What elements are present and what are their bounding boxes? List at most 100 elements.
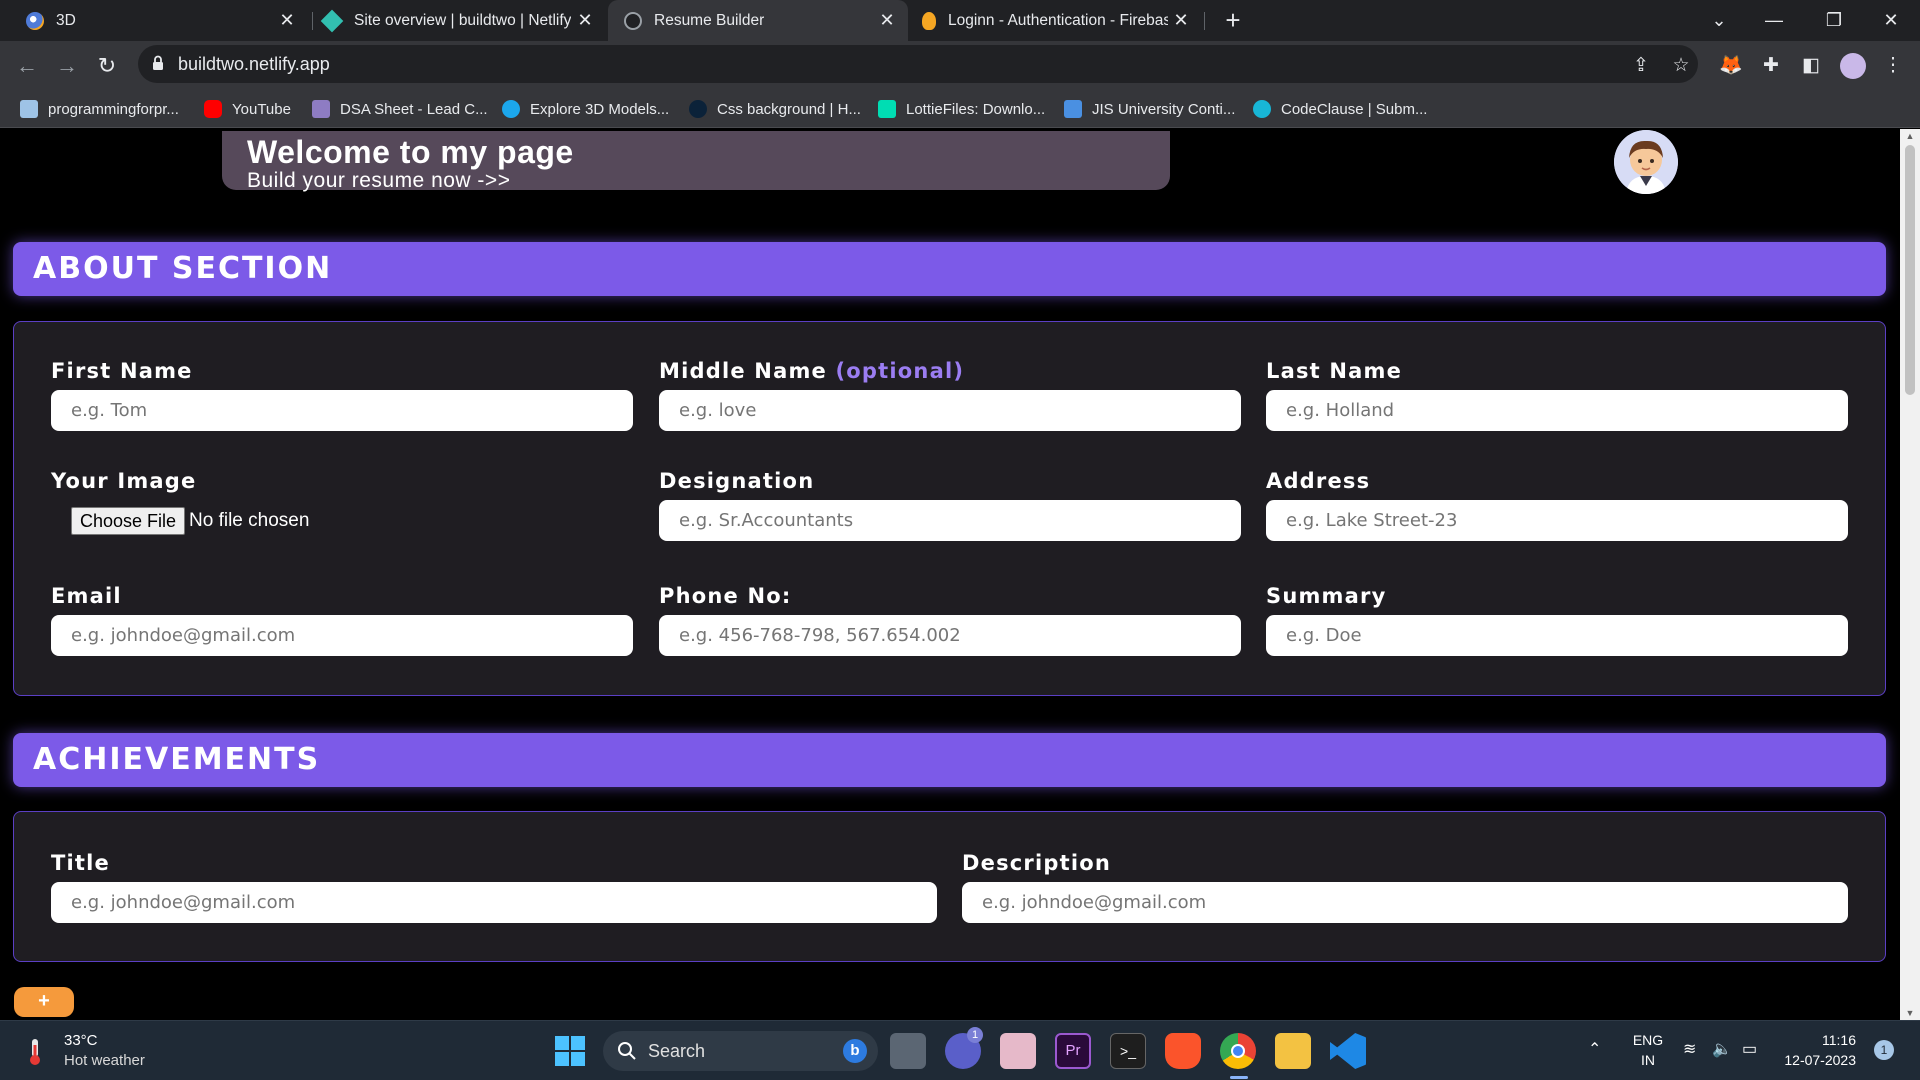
close-tab-icon[interactable]: ✕ [276, 9, 298, 31]
last-name-input[interactable] [1266, 390, 1848, 431]
bookmark-label: YouTube [232, 100, 291, 118]
bookmark-label: Explore 3D Models... [530, 100, 670, 118]
back-arrow-icon[interactable]: ← [10, 49, 44, 83]
close-tab-icon[interactable]: ✕ [574, 9, 596, 31]
minimize-icon[interactable]: — [1747, 0, 1801, 41]
scrollbar-thumb[interactable] [1905, 145, 1915, 395]
welcome-banner: Welcome to my page Build your resume now… [222, 131, 1170, 192]
file-status-text: No file chosen [189, 510, 310, 531]
taskbar-search[interactable]: Search b [603, 1031, 878, 1071]
anime-app-icon[interactable] [1000, 1033, 1036, 1069]
region-indicator[interactable]: IN [1628, 1052, 1668, 1068]
bookmark-item[interactable]: Css background | H... [689, 90, 861, 128]
clock-time[interactable]: 11:16 [1776, 1032, 1856, 1048]
bing-icon[interactable]: b [843, 1039, 867, 1063]
bookmark-item[interactable]: DSA Sheet - Lead C... [312, 90, 488, 128]
brave-browser-icon[interactable] [1165, 1033, 1201, 1069]
restore-icon[interactable]: ❐ [1807, 0, 1861, 41]
choose-file-button[interactable]: Choose File [71, 507, 186, 535]
chrome-icon[interactable] [1220, 1033, 1256, 1069]
language-indicator[interactable]: ENG [1628, 1032, 1668, 1048]
volume-icon[interactable]: 🔈 [1712, 1039, 1732, 1059]
page-scrollbar[interactable]: ▲ ▼ [1900, 129, 1920, 1020]
bookmarks-bar: programmingforpr... YouTube DSA Sheet - … [0, 90, 1920, 128]
side-panel-icon[interactable]: ◧ [1798, 53, 1824, 79]
bookmark-star-icon[interactable]: ☆ [1668, 53, 1694, 79]
forward-arrow-icon[interactable]: → [50, 49, 84, 83]
show-hidden-icons-chevron-icon[interactable]: ⌃ [1588, 1039, 1601, 1059]
menu-kebab-icon[interactable]: ⋮ [1880, 53, 1906, 79]
teams-chat-icon[interactable]: 1 [945, 1027, 983, 1069]
premiere-pro-icon[interactable]: Pr [1055, 1033, 1091, 1069]
windows-start-icon[interactable] [554, 1035, 586, 1067]
add-achievement-button[interactable]: + [14, 987, 74, 1017]
middle-name-input[interactable] [659, 390, 1241, 431]
notification-badge: 1 [967, 1027, 983, 1043]
clock-date[interactable]: 12-07-2023 [1776, 1052, 1856, 1068]
bookmark-item[interactable]: Explore 3D Models... [502, 90, 669, 128]
bookmark-label: programmingforpr... [48, 100, 179, 118]
email-input[interactable] [51, 615, 633, 656]
weather-temperature[interactable]: 33°C [64, 1032, 98, 1049]
bookmark-favicon-icon [20, 100, 38, 118]
bookmark-favicon-icon [312, 100, 330, 118]
bookmark-item[interactable]: LottieFiles: Downlo... [878, 90, 1045, 128]
profile-avatar-icon[interactable] [1840, 53, 1866, 79]
summary-input[interactable] [1266, 615, 1848, 656]
bookmark-label: LottieFiles: Downlo... [906, 100, 1046, 118]
achievement-description-input[interactable] [962, 882, 1848, 923]
reload-icon[interactable]: ↻ [90, 49, 124, 83]
window-close-icon[interactable]: ✕ [1864, 0, 1918, 41]
external-link-icon [1064, 100, 1082, 118]
avatar[interactable] [1614, 130, 1678, 194]
new-tab-button[interactable]: + [1206, 0, 1260, 41]
boy-avatar-icon [1614, 130, 1678, 194]
close-tab-icon[interactable]: ✕ [1170, 9, 1192, 31]
scroll-down-arrow-icon[interactable]: ▼ [1905, 1008, 1915, 1018]
first-name-input[interactable] [51, 390, 633, 431]
tab-title: Site overview | buildtwo | Netlify [354, 11, 572, 29]
tab-netlify[interactable]: Site overview | buildtwo | Netlify ✕ [314, 0, 606, 41]
tab-firebase[interactable]: Loginn - Authentication - Firebas ✕ [910, 0, 1202, 41]
bookmark-item[interactable]: CodeClause | Subm... [1253, 90, 1427, 128]
metamask-extension-icon[interactable]: 🦊 [1718, 53, 1744, 79]
youtube-icon [204, 100, 222, 118]
section-heading: ABOUT SECTION [33, 251, 333, 286]
bookmark-item[interactable]: programmingforpr... [20, 90, 179, 128]
task-view-icon[interactable] [890, 1033, 926, 1069]
tab-search-chevron-icon[interactable]: ⌄ [1692, 0, 1746, 41]
terminal-icon[interactable]: >_ [1110, 1033, 1146, 1069]
email-label: Email [51, 584, 122, 608]
achievements-section-header: ACHIEVEMENTS [13, 733, 1886, 787]
bookmark-item[interactable]: YouTube [204, 90, 291, 128]
file-explorer-icon[interactable] [1275, 1033, 1311, 1069]
tab-resume-builder[interactable]: Resume Builder ✕ [608, 0, 908, 41]
thermometer-icon[interactable] [24, 1037, 46, 1067]
bookmark-item[interactable]: JIS University Conti... [1064, 90, 1235, 128]
url-text: buildtwo.netlify.app [178, 54, 330, 74]
optional-tag: (optional) [835, 359, 965, 383]
extensions-puzzle-icon[interactable]: ✚ [1758, 53, 1784, 79]
notification-count-badge[interactable]: 1 [1874, 1040, 1894, 1060]
tab-title: Resume Builder [654, 11, 765, 29]
wifi-icon[interactable]: ≋ [1683, 1039, 1696, 1059]
weather-description[interactable]: Hot weather [64, 1052, 145, 1069]
battery-icon[interactable]: ▭ [1742, 1039, 1757, 1059]
vscode-icon[interactable] [1330, 1033, 1366, 1069]
lock-icon[interactable] [152, 55, 164, 71]
tab-divider [312, 12, 313, 30]
tab-3d[interactable]: 3D ✕ [8, 0, 308, 41]
achievement-title-input[interactable] [51, 882, 937, 923]
share-icon[interactable]: ⇪ [1628, 53, 1654, 79]
address-input[interactable] [1266, 500, 1848, 541]
designation-input[interactable] [659, 500, 1241, 541]
about-section-card: First Name Middle Name (optional) Last N… [13, 321, 1886, 696]
page-subtitle: Build your resume now ->> [247, 169, 511, 192]
close-tab-icon[interactable]: ✕ [876, 9, 898, 31]
address-label: Address [1266, 469, 1371, 493]
scroll-up-arrow-icon[interactable]: ▲ [1905, 131, 1915, 141]
designation-label: Designation [659, 469, 815, 493]
phone-input[interactable] [659, 615, 1241, 656]
address-bar[interactable]: buildtwo.netlify.app [138, 45, 1698, 83]
description-label: Description [962, 851, 1112, 875]
